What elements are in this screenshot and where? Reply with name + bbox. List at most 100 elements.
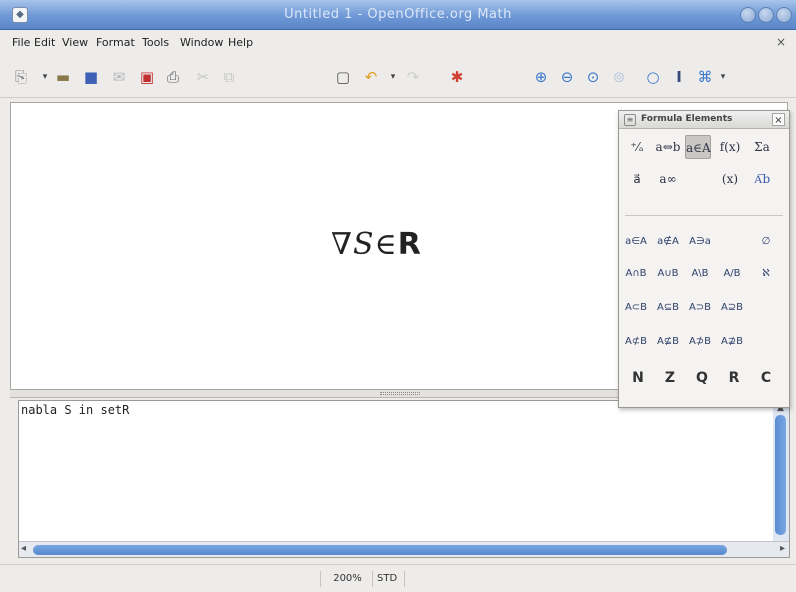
show-all-button[interactable]: ⊚: [608, 66, 630, 88]
formula-cursor-icon: I: [676, 68, 682, 86]
menu-tools[interactable]: Tools: [142, 36, 169, 49]
menu-window[interactable]: Window: [180, 36, 223, 49]
formula-nabla: ∇: [331, 227, 353, 262]
element-natural-numbers[interactable]: N: [623, 367, 653, 389]
symbols-icon: ⌘: [697, 68, 713, 86]
title-bar[interactable]: ◆ Untitled 1 - OpenOffice.org Math: [0, 0, 796, 30]
selection-mode[interactable]: STD: [372, 571, 402, 587]
close-document-icon[interactable]: ×: [776, 35, 786, 49]
window-title: Untitled 1 - OpenOffice.org Math: [284, 7, 512, 22]
scroll-left-icon[interactable]: ◂: [21, 543, 26, 554]
element-superset[interactable]: A⊃B: [685, 297, 715, 319]
category-attributes[interactable]: a⃗: [624, 167, 650, 191]
status-message: [4, 571, 320, 587]
category-operators[interactable]: Σa: [749, 135, 775, 159]
formula-r: R: [397, 227, 422, 262]
element-not-in[interactable]: a∉A: [653, 231, 683, 253]
pdf-icon: ▣: [139, 68, 155, 86]
element-complex[interactable]: C: [751, 367, 781, 389]
element-quotient[interactable]: A/B: [717, 263, 747, 285]
category-functions[interactable]: f(x): [717, 135, 743, 159]
formula-cursor-button[interactable]: I: [668, 66, 690, 88]
open-folder-icon: ▬: [55, 68, 71, 86]
horizontal-scrollbar[interactable]: ◂ ▸: [19, 541, 789, 557]
update-button[interactable]: ✱: [446, 66, 468, 88]
formula-elements-panel: ≡ Formula Elements × ⁺⁄ₐ a⇔b a∈A f(x) Σa…: [618, 110, 790, 408]
element-rationals[interactable]: Q: [687, 367, 717, 389]
vertical-scrollbar[interactable]: ▲: [773, 401, 789, 541]
menu-edit[interactable]: Edit: [34, 36, 55, 49]
save-icon: ■: [83, 68, 99, 86]
standard-toolbar: ⎘ ▾ ▬ ■ ✉ ▣ ⎙ ✂ ⧉ ▢ ↶ ▾ ↷ ✱ ⊕ ⊖ ⊙ ⊚ ○ I …: [0, 56, 796, 98]
element-reals[interactable]: R: [719, 367, 749, 389]
element-not-subset[interactable]: A⊄B: [621, 331, 651, 353]
element-subset-eq[interactable]: A⊆B: [653, 297, 683, 319]
undo-button[interactable]: ↶: [360, 66, 382, 88]
element-subset[interactable]: A⊂B: [621, 297, 651, 319]
copy-button[interactable]: ⧉: [218, 66, 240, 88]
toolbar-overflow-button[interactable]: ▾: [718, 66, 728, 88]
element-aleph[interactable]: ℵ: [751, 263, 781, 285]
close-window-button[interactable]: [776, 7, 792, 23]
email-button[interactable]: ✉: [108, 66, 130, 88]
formula-s: S: [352, 227, 375, 262]
open-button[interactable]: ▬: [52, 66, 74, 88]
scroll-right-icon[interactable]: ▸: [780, 543, 785, 554]
category-unary-binary[interactable]: ⁺⁄ₐ: [624, 135, 650, 159]
zoom-button[interactable]: ○: [642, 66, 664, 88]
cut-icon: ✂: [196, 68, 210, 86]
element-difference[interactable]: A\B: [685, 263, 715, 285]
element-integers[interactable]: Z: [655, 367, 685, 389]
vertical-scroll-thumb[interactable]: [775, 415, 786, 535]
cut-button[interactable]: ✂: [192, 66, 214, 88]
zoom-out-icon: ⊖: [560, 68, 574, 86]
menu-help[interactable]: Help: [228, 36, 253, 49]
print-button[interactable]: ⎙: [162, 66, 184, 88]
zoom-out-button[interactable]: ⊖: [556, 66, 578, 88]
zoom-in-button[interactable]: ⊕: [530, 66, 552, 88]
element-union[interactable]: A∪B: [653, 263, 683, 285]
new-icon: ⎘: [14, 68, 27, 86]
element-not-superset[interactable]: A⊅B: [685, 331, 715, 353]
status-bar: 200% STD: [0, 564, 796, 592]
element-owns[interactable]: A∋a: [685, 231, 715, 253]
element-empty-set[interactable]: ∅: [751, 231, 781, 253]
zoom-level[interactable]: 200%: [320, 571, 370, 587]
menu-file[interactable]: File: [12, 36, 30, 49]
menu-bar: File Edit View Format Tools Window Help …: [0, 31, 796, 55]
maximize-button[interactable]: [758, 7, 774, 23]
menu-format[interactable]: Format: [96, 36, 135, 49]
element-not-subset-eq[interactable]: A⊈B: [653, 331, 683, 353]
element-in[interactable]: a∈A: [621, 231, 651, 253]
app-window: ◆ Untitled 1 - OpenOffice.org Math File …: [0, 0, 796, 592]
horizontal-scroll-thumb[interactable]: [33, 545, 727, 555]
redo-button[interactable]: ↷: [402, 66, 424, 88]
category-others[interactable]: a∞: [655, 167, 681, 191]
element-intersection[interactable]: A∩B: [621, 263, 651, 285]
menu-view[interactable]: View: [62, 36, 88, 49]
save-button[interactable]: ■: [80, 66, 102, 88]
undo-icon: ↶: [364, 68, 378, 86]
symbols-button[interactable]: ⌘: [694, 66, 716, 88]
splitter-grip[interactable]: [380, 392, 420, 395]
command-input[interactable]: [21, 403, 773, 537]
category-formats[interactable]: A͞b: [749, 167, 775, 191]
close-panel-icon[interactable]: ×: [772, 113, 785, 126]
panel-icon: ≡: [624, 114, 636, 126]
element-superset-eq[interactable]: A⊇B: [717, 297, 747, 319]
category-relations[interactable]: a⇔b: [655, 135, 681, 159]
elements-panel-titlebar[interactable]: ≡ Formula Elements ×: [619, 111, 789, 129]
zoom-in-icon: ⊕: [534, 68, 548, 86]
minimize-button[interactable]: [740, 7, 756, 23]
pdf-export-button[interactable]: ▣: [136, 66, 158, 88]
category-brackets[interactable]: (x): [717, 167, 743, 191]
commands-window: ▲ ◂ ▸: [18, 400, 790, 558]
paste-button[interactable]: ▢: [332, 66, 354, 88]
element-not-superset-eq[interactable]: A⊉B: [717, 331, 747, 353]
redo-icon: ↷: [406, 68, 420, 86]
undo-dropdown-button[interactable]: ▾: [382, 66, 404, 88]
copy-icon: ⧉: [223, 68, 235, 86]
category-set-operations[interactable]: a∈A: [685, 135, 711, 159]
new-document-button[interactable]: ⎘: [10, 66, 32, 88]
zoom-100-button[interactable]: ⊙: [582, 66, 604, 88]
